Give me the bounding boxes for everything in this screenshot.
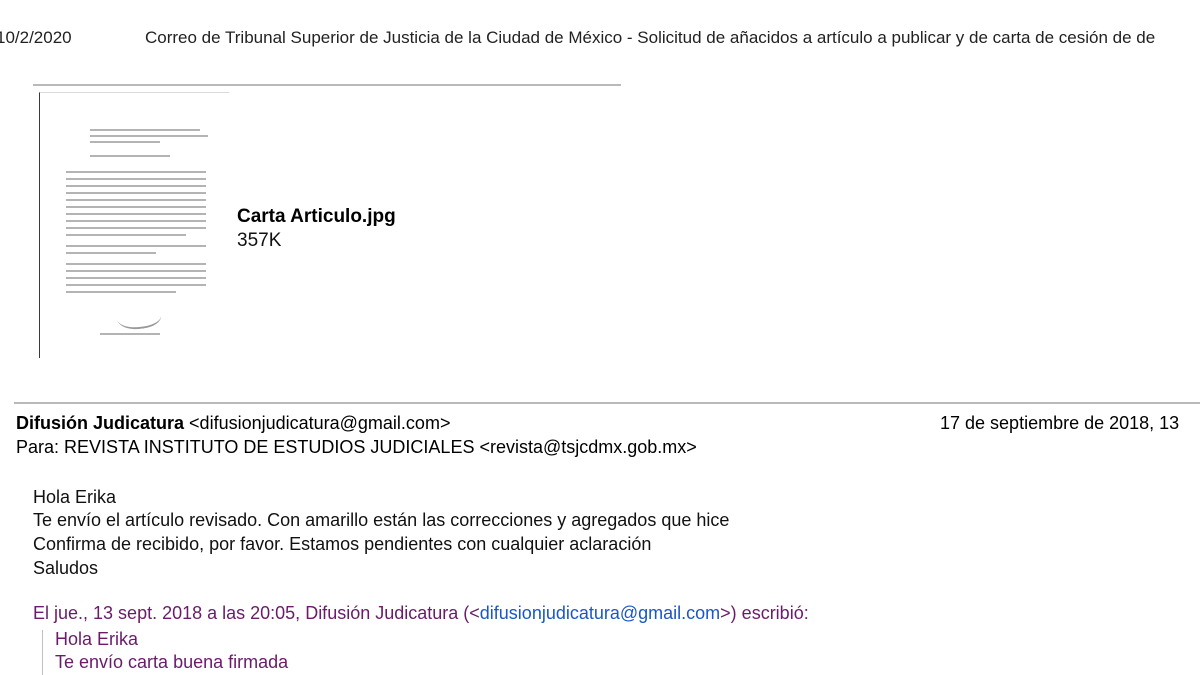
body-line: Saludos [33,558,99,578]
divider [14,402,1200,404]
message-date: 17 de septiembre de 2018, 13 [940,413,1180,433]
recipient-line: Para: REVISTA INSTITUTO DE ESTUDIOS JUDI… [16,437,697,458]
quote-line: Te envío carta buena firmada [55,652,289,672]
quote-bar [42,630,43,675]
attachment-size: 357K [237,230,282,251]
sender-name: Difusión Judicatura [16,413,185,433]
quote-header-suffix: >) escribió: [720,603,809,623]
body-line: Te envío el artículo revisado. Con amari… [33,510,730,530]
quote-line: Hola Erika [55,629,139,649]
quote-header-prefix: El jue., 13 sept. 2018 a las 20:05, Difu… [33,603,480,623]
print-title: Correo de Tribunal Superior de Justicia … [145,28,1156,47]
quote-header: El jue., 13 sept. 2018 a las 20:05, Difu… [33,603,809,624]
attachment-thumbnail[interactable] [39,92,229,358]
attachment-filename[interactable]: Carta Articulo.jpg [237,206,396,228]
sender-email: <difusionjudicatura@gmail.com> [189,413,451,433]
sender: Difusión Judicatura <difusionjudicatura@… [16,413,450,434]
print-date: 10/2/2020 [0,28,72,47]
body-line: Confirma de recibido, por favor. Estamos… [33,534,652,554]
quote-email-link[interactable]: difusionjudicatura@gmail.com [480,603,720,623]
print-header: 10/2/2020 Correo de Tribunal Superior de… [0,28,1200,52]
body-line: Hola Erika [33,487,117,507]
to-value: REVISTA INSTITUTO DE ESTUDIOS JUDICIALES… [64,437,697,457]
divider [33,84,621,86]
to-label: Para: [16,437,60,457]
